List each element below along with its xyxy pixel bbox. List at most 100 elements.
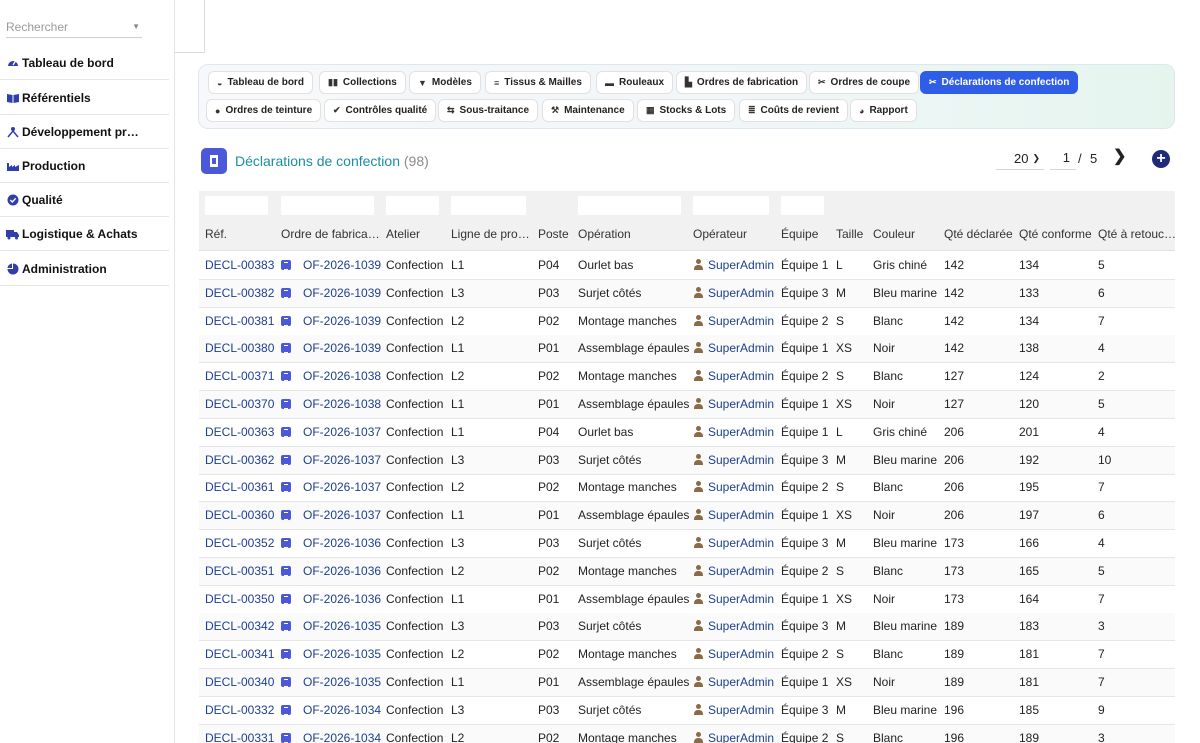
cell-operateur[interactable]: SuperAdmin xyxy=(693,391,779,419)
column-header-atelier[interactable]: Atelier xyxy=(386,219,446,251)
cell-ordre-fabrication[interactable]: OF-2026-1035 xyxy=(281,669,381,697)
page-size-select[interactable]: 20 ❯ xyxy=(996,148,1044,170)
cell-ordre-fabrication[interactable]: OF-2026-1037 xyxy=(281,502,381,530)
cell-ordre-fabrication[interactable]: OF-2026-1036 xyxy=(281,558,381,586)
cell-operateur[interactable]: SuperAdmin xyxy=(693,280,779,308)
filter-ref[interactable] xyxy=(205,196,268,215)
table-row[interactable]: DECL-00352 OF-2026-1036 Confection L3 P03 Sur… xyxy=(199,530,1175,558)
tab-ordres-de-coupe[interactable]: ✂ Ordres de coupe xyxy=(809,71,920,94)
order-link[interactable]: OF-2026-1038 xyxy=(303,397,381,411)
column-header-qte-conforme[interactable]: Qté conforme xyxy=(1019,219,1095,251)
order-link[interactable]: OF-2026-1039 xyxy=(303,258,381,272)
order-link[interactable]: OF-2026-1039 xyxy=(303,314,381,328)
cell-operateur[interactable]: SuperAdmin xyxy=(693,669,779,697)
sidebar-item-referentiels[interactable]: Référentiels xyxy=(0,81,169,115)
tab-tissus-mailles[interactable]: ≡ Tissus & Mailles xyxy=(485,71,591,94)
cell-ordre-fabrication[interactable]: OF-2026-1038 xyxy=(281,391,381,419)
sidebar-item-qualite[interactable]: Qualité xyxy=(0,183,169,217)
tab-modeles[interactable]: ▼ Modèles xyxy=(409,71,481,94)
column-header-couleur[interactable]: Couleur xyxy=(873,219,941,251)
tab-couts-de-revient[interactable]: ≣ Coûts de revient xyxy=(739,99,848,122)
search-input[interactable]: Rechercher ▼ xyxy=(6,16,142,38)
column-header-equipe[interactable]: Équipe xyxy=(781,219,833,251)
tab-rouleaux[interactable]: ▬ Rouleaux xyxy=(596,71,674,94)
order-link[interactable]: OF-2026-1037 xyxy=(303,480,381,494)
next-page-icon[interactable]: ❯ xyxy=(1113,146,1126,166)
cell-ref[interactable]: DECL-00360 xyxy=(205,502,275,530)
order-link[interactable]: OF-2026-1037 xyxy=(303,453,381,467)
table-row[interactable]: DECL-00351 OF-2026-1036 Confection L2 P02 Mon… xyxy=(199,557,1175,586)
operator-link[interactable]: SuperAdmin xyxy=(708,564,774,578)
tab-ordres-de-teinture[interactable]: ● Ordres de teinture xyxy=(206,99,322,122)
add-button[interactable]: + xyxy=(1152,150,1170,168)
table-row[interactable]: DECL-00342 OF-2026-1035 Confection L3 P03 Sur… xyxy=(199,613,1175,642)
operator-link[interactable]: SuperAdmin xyxy=(708,536,774,550)
cell-ref[interactable]: DECL-00350 xyxy=(205,586,275,614)
cell-operateur[interactable]: SuperAdmin xyxy=(693,447,779,475)
cell-ref[interactable]: DECL-00363 xyxy=(205,419,275,447)
tab-collections[interactable]: ▮▮ Collections xyxy=(319,71,406,94)
operator-link[interactable]: SuperAdmin xyxy=(708,341,774,355)
cell-ordre-fabrication[interactable]: OF-2026-1034 xyxy=(281,725,381,743)
order-link[interactable]: OF-2026-1035 xyxy=(303,619,381,633)
cell-operateur[interactable]: SuperAdmin xyxy=(693,502,779,530)
order-link[interactable]: OF-2026-1035 xyxy=(303,647,381,661)
table-row[interactable]: DECL-00381 OF-2026-1039 Confection L2 P02 Mon… xyxy=(199,308,1175,336)
filter-atelier[interactable] xyxy=(386,196,439,215)
operator-link[interactable]: SuperAdmin xyxy=(708,703,774,717)
operator-link[interactable]: SuperAdmin xyxy=(708,453,774,467)
table-row[interactable]: DECL-00382 OF-2026-1039 Confection L3 P03 Sur… xyxy=(199,279,1175,308)
tab-ordres-de-fabrication[interactable]: ▙ Ordres de fabrication xyxy=(676,71,808,94)
sidebar-item-developpement-produit[interactable]: Développement produit xyxy=(0,115,169,149)
order-link[interactable]: OF-2026-1037 xyxy=(303,425,381,439)
tab-maintenance[interactable]: ⚒ Maintenance xyxy=(542,99,634,122)
cell-operateur[interactable]: SuperAdmin xyxy=(693,697,779,725)
tab-controles-qualite[interactable]: ✔ Contrôles qualité xyxy=(324,99,437,122)
order-link[interactable]: OF-2026-1036 xyxy=(303,564,381,578)
cell-ref[interactable]: DECL-00342 xyxy=(205,613,275,641)
filter-ordre-fabrication[interactable] xyxy=(281,196,374,215)
cell-ref[interactable]: DECL-00361 xyxy=(205,474,275,502)
cell-operateur[interactable]: SuperAdmin xyxy=(693,252,779,280)
table-row[interactable]: DECL-00371 OF-2026-1038 Confection L2 P02 Mon… xyxy=(199,363,1175,392)
order-link[interactable]: OF-2026-1038 xyxy=(303,369,381,383)
table-row[interactable]: DECL-00370 OF-2026-1038 Confection L1 P01 Ass… xyxy=(199,391,1175,419)
cell-operateur[interactable]: SuperAdmin xyxy=(693,308,779,336)
table-row[interactable]: DECL-00332 OF-2026-1034 Confection L3 P03 Sur… xyxy=(199,697,1175,725)
cell-ref[interactable]: DECL-00371 xyxy=(205,363,275,391)
table-row[interactable]: DECL-00361 OF-2026-1037 Confection L2 P02 Mon… xyxy=(199,474,1175,503)
order-link[interactable]: OF-2026-1034 xyxy=(303,731,381,743)
sidebar-item-tableau-de-bord[interactable]: Tableau de bord xyxy=(0,46,169,80)
cell-ordre-fabrication[interactable]: OF-2026-1037 xyxy=(281,447,381,475)
sidebar-item-production[interactable]: Production xyxy=(0,149,169,183)
operator-link[interactable]: SuperAdmin xyxy=(708,480,774,494)
cell-operateur[interactable]: SuperAdmin xyxy=(693,586,779,614)
table-row[interactable]: DECL-00380 OF-2026-1039 Confection L1 P01 Ass… xyxy=(199,335,1175,364)
order-link[interactable]: OF-2026-1036 xyxy=(303,592,381,606)
column-header-ligne[interactable]: Ligne de pro… xyxy=(451,219,535,251)
cell-ref[interactable]: DECL-00381 xyxy=(205,308,275,336)
operator-link[interactable]: SuperAdmin xyxy=(708,397,774,411)
order-link[interactable]: OF-2026-1037 xyxy=(303,508,381,522)
tab-declarations-de-confection[interactable]: ✂ Déclarations de confection xyxy=(920,71,1079,94)
cell-ref[interactable]: DECL-00370 xyxy=(205,391,275,419)
operator-link[interactable]: SuperAdmin xyxy=(708,425,774,439)
cell-operateur[interactable]: SuperAdmin xyxy=(693,419,779,447)
cell-ordre-fabrication[interactable]: OF-2026-1037 xyxy=(281,474,381,502)
tab-stocks-lots[interactable]: ▦ Stocks & Lots xyxy=(637,99,736,122)
cell-ordre-fabrication[interactable]: OF-2026-1039 xyxy=(281,308,381,336)
tab-tableau-de-bord[interactable]: ◒ Tableau de bord xyxy=(208,71,313,94)
table-row[interactable]: DECL-00350 OF-2026-1036 Confection L1 P01 Ass… xyxy=(199,586,1175,614)
cell-ordre-fabrication[interactable]: OF-2026-1035 xyxy=(281,641,381,669)
column-header-ref[interactable]: Réf. xyxy=(205,219,275,251)
cell-ordre-fabrication[interactable]: OF-2026-1035 xyxy=(281,613,381,641)
cell-ref[interactable]: DECL-00351 xyxy=(205,558,275,586)
table-row[interactable]: DECL-00362 OF-2026-1037 Confection L3 P03 Sur… xyxy=(199,446,1175,475)
cell-ordre-fabrication[interactable]: OF-2026-1039 xyxy=(281,252,381,280)
table-row[interactable]: DECL-00341 OF-2026-1035 Confection L2 P02 Mon… xyxy=(199,641,1175,670)
column-header-qte-retouche[interactable]: Qté à retouc… xyxy=(1098,219,1175,251)
cell-ref[interactable]: DECL-00382 xyxy=(205,280,275,308)
cell-ref[interactable]: DECL-00341 xyxy=(205,641,275,669)
cell-operateur[interactable]: SuperAdmin xyxy=(693,363,779,391)
operator-link[interactable]: SuperAdmin xyxy=(708,258,774,272)
